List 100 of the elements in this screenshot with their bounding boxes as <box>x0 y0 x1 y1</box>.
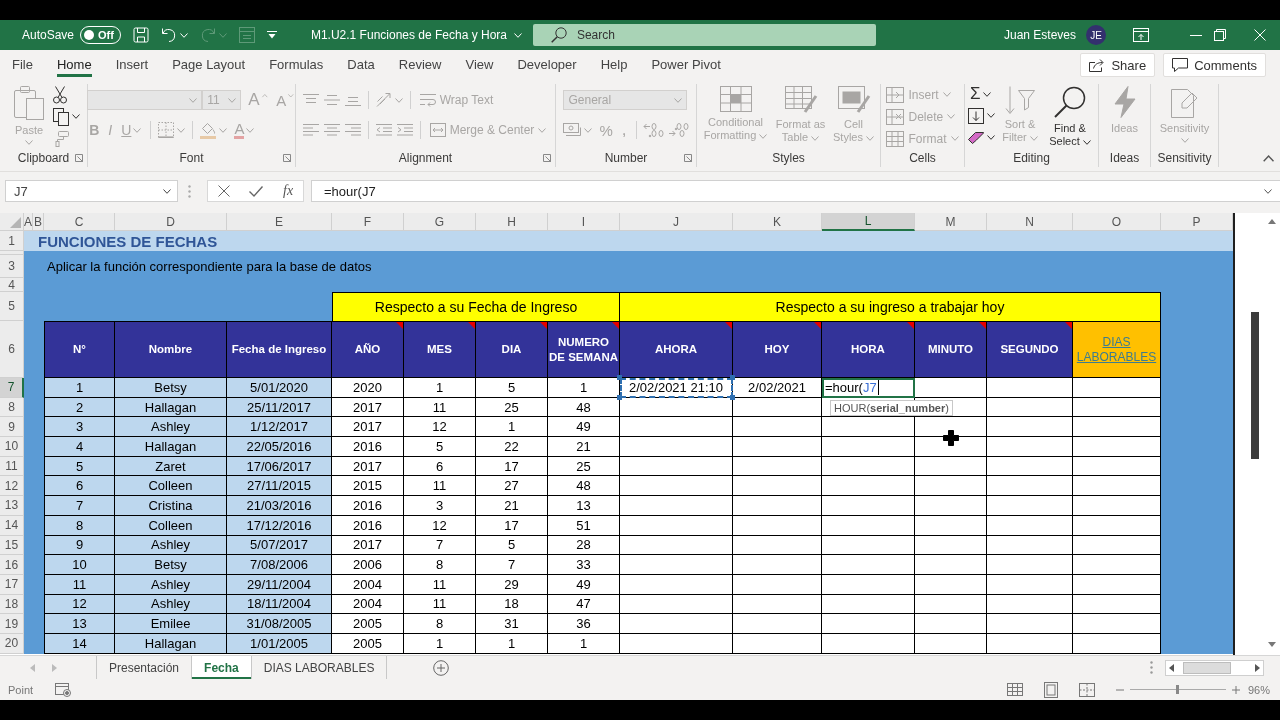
macro-record-icon[interactable] <box>55 682 72 697</box>
row-header[interactable]: 14 <box>0 515 24 536</box>
save-icon[interactable] <box>132 27 149 43</box>
dialog-launcher-icon[interactable] <box>283 154 291 162</box>
range-handle-icon[interactable] <box>617 394 622 400</box>
zoom-in-icon[interactable] <box>1231 685 1240 694</box>
ribbon-tab[interactable]: File <box>0 50 45 80</box>
cell-editor[interactable]: =hour(J7 <box>822 378 915 398</box>
ribbon-tab[interactable]: View <box>453 50 506 80</box>
ribbon-tab[interactable]: Power Pivot <box>639 50 733 80</box>
row-header[interactable]: 10 <box>0 437 24 457</box>
column-header[interactable]: H <box>476 213 548 231</box>
ribbon-tab[interactable]: Insert <box>103 50 161 80</box>
row-header[interactable]: 6 <box>0 321 24 378</box>
ribbon-display-icon[interactable] <box>1133 28 1149 42</box>
eraser-icon[interactable] <box>968 131 984 144</box>
page-break-view-icon[interactable] <box>1078 682 1095 697</box>
name-box[interactable]: J7 <box>5 180 178 202</box>
sheet-tab[interactable]: Fecha <box>192 656 252 679</box>
formula-field[interactable]: =hour(J7 <box>311 180 1280 202</box>
column-header[interactable]: P <box>1161 213 1233 231</box>
column-header[interactable]: J <box>620 213 733 231</box>
grip-dots-icon[interactable] <box>188 185 191 198</box>
caret-left-icon[interactable] <box>1169 663 1174 672</box>
row-header[interactable]: 15 <box>0 535 24 556</box>
find-select-button[interactable]: Find & Select <box>1045 84 1095 148</box>
minimize-icon[interactable] <box>1190 34 1202 36</box>
ribbon-tab[interactable]: Page Layout <box>160 50 258 80</box>
column-header[interactable]: G <box>404 213 476 231</box>
range-handle-icon[interactable] <box>730 375 735 380</box>
ribbon-tab[interactable]: Developer <box>505 50 589 80</box>
row-header[interactable]: 9 <box>0 417 24 438</box>
ribbon-tab[interactable]: Review <box>386 50 454 80</box>
zoom-slider-thumb[interactable] <box>1176 685 1179 694</box>
row-header[interactable]: 12 <box>0 476 24 497</box>
caret-down-icon[interactable] <box>163 188 171 194</box>
dialog-launcher-icon[interactable] <box>543 154 551 162</box>
row-header[interactable]: 7 <box>0 378 24 398</box>
undo-icon[interactable] <box>160 28 177 42</box>
row-header[interactable]: 1 <box>0 231 24 251</box>
user-avatar[interactable]: JE <box>1086 25 1106 45</box>
table-cell: 31/08/2005 <box>227 614 332 634</box>
column-header[interactable]: F <box>332 213 404 231</box>
column-header[interactable]: N <box>987 213 1073 231</box>
page-layout-view-icon[interactable] <box>1043 681 1058 698</box>
column-header[interactable]: M <box>915 213 987 231</box>
caret-down-icon[interactable] <box>72 114 80 119</box>
cancel-icon[interactable] <box>217 185 230 197</box>
collapse-ribbon-icon[interactable] <box>1262 155 1274 162</box>
caret-up-icon[interactable] <box>1268 219 1276 224</box>
row-header[interactable]: 5 <box>0 292 24 321</box>
enter-icon[interactable] <box>249 185 264 197</box>
normal-view-icon[interactable] <box>1006 683 1023 696</box>
row-header[interactable]: 11 <box>0 456 24 477</box>
ribbon-tab[interactable]: Formulas <box>257 50 336 80</box>
row-header[interactable]: 8 <box>0 397 24 418</box>
scissors-icon[interactable] <box>53 85 67 104</box>
row-header[interactable]: 20 <box>0 633 24 654</box>
scrollbar-thumb[interactable] <box>1251 312 1259 459</box>
restore-icon[interactable] <box>1214 29 1226 41</box>
search-field[interactable]: Search <box>532 24 876 46</box>
copy-icon[interactable] <box>53 107 69 126</box>
scrollbar-thumb[interactable] <box>1183 661 1231 674</box>
caret-down-icon[interactable] <box>987 135 995 140</box>
dialog-launcher-icon[interactable] <box>75 154 83 162</box>
insert-function-button[interactable]: fx <box>283 183 294 199</box>
row-header[interactable]: 13 <box>0 496 24 516</box>
column-header[interactable]: O <box>1073 213 1161 231</box>
select-all-icon[interactable] <box>10 217 21 228</box>
row-header[interactable]: 17 <box>0 574 24 595</box>
column-header[interactable]: D <box>115 213 227 231</box>
customize-icon[interactable] <box>266 31 277 39</box>
dialog-launcher-icon[interactable] <box>684 154 692 162</box>
range-handle-icon[interactable] <box>730 394 735 400</box>
row-header[interactable]: 18 <box>0 594 24 615</box>
row-header[interactable]: 3 <box>0 255 24 278</box>
status-mode: Point <box>8 683 34 696</box>
fill-down-icon[interactable] <box>968 107 984 124</box>
row-header[interactable]: 19 <box>0 614 24 634</box>
close-icon[interactable] <box>1254 29 1266 41</box>
row-header[interactable]: 4 <box>0 278 24 292</box>
row-header[interactable]: 16 <box>0 555 24 575</box>
column-header[interactable]: I <box>548 213 620 231</box>
splitter-dots-icon[interactable] <box>1150 661 1153 674</box>
column-header[interactable]: C <box>44 213 115 231</box>
column-header[interactable]: E <box>227 213 332 231</box>
ribbon-tab[interactable]: Data <box>335 50 387 80</box>
caret-down-icon[interactable] <box>1268 642 1276 647</box>
range-handle-icon[interactable] <box>617 375 622 380</box>
horizontal-scrollbar[interactable] <box>1165 659 1264 676</box>
caret-right-icon[interactable] <box>1255 663 1260 672</box>
column-header[interactable]: K <box>733 213 822 231</box>
zoom-out-icon[interactable] <box>1115 688 1124 691</box>
caret-down-icon[interactable] <box>987 113 995 118</box>
ribbon-tab[interactable]: Help <box>588 50 640 80</box>
add-sheet-icon[interactable] <box>433 659 450 676</box>
zoom-level[interactable]: 96% <box>1247 683 1270 696</box>
autosum-button[interactable]: Σ <box>968 84 995 104</box>
column-header[interactable]: L <box>822 213 915 231</box>
expand-icon[interactable] <box>1264 188 1272 194</box>
